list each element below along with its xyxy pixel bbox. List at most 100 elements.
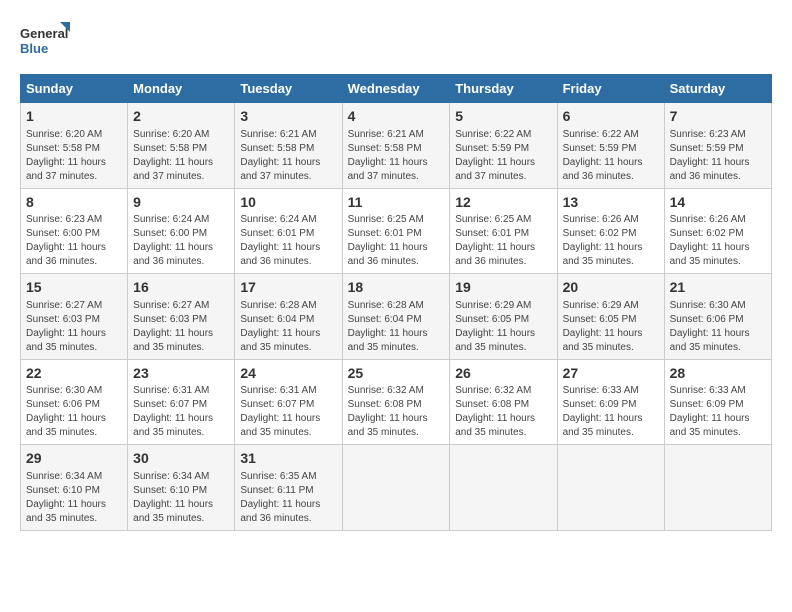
day-number: 16 xyxy=(133,278,229,298)
day-info: Sunrise: 6:29 AMSunset: 6:05 PMDaylight:… xyxy=(563,299,659,355)
column-header-monday: Monday xyxy=(128,75,235,103)
logo: General Blue xyxy=(20,20,70,64)
calendar-cell: 19Sunrise: 6:29 AMSunset: 6:05 PMDayligh… xyxy=(450,274,557,360)
day-number: 29 xyxy=(26,449,122,469)
day-number: 24 xyxy=(240,364,336,384)
calendar-cell xyxy=(664,445,771,531)
day-number: 11 xyxy=(348,193,445,213)
day-number: 10 xyxy=(240,193,336,213)
calendar-cell: 18Sunrise: 6:28 AMSunset: 6:04 PMDayligh… xyxy=(342,274,450,360)
calendar-cell: 30Sunrise: 6:34 AMSunset: 6:10 PMDayligh… xyxy=(128,445,235,531)
day-number: 19 xyxy=(455,278,551,298)
calendar-cell: 26Sunrise: 6:32 AMSunset: 6:08 PMDayligh… xyxy=(450,359,557,445)
day-info: Sunrise: 6:23 AMSunset: 6:00 PMDaylight:… xyxy=(26,213,122,269)
day-number: 26 xyxy=(455,364,551,384)
day-info: Sunrise: 6:24 AMSunset: 6:00 PMDaylight:… xyxy=(133,213,229,269)
day-info: Sunrise: 6:26 AMSunset: 6:02 PMDaylight:… xyxy=(563,213,659,269)
day-info: Sunrise: 6:20 AMSunset: 5:58 PMDaylight:… xyxy=(26,128,122,184)
calendar-cell: 23Sunrise: 6:31 AMSunset: 6:07 PMDayligh… xyxy=(128,359,235,445)
calendar-cell: 22Sunrise: 6:30 AMSunset: 6:06 PMDayligh… xyxy=(21,359,128,445)
calendar-cell: 12Sunrise: 6:25 AMSunset: 6:01 PMDayligh… xyxy=(450,188,557,274)
column-header-friday: Friday xyxy=(557,75,664,103)
day-number: 4 xyxy=(348,107,445,127)
day-number: 14 xyxy=(670,193,766,213)
calendar-cell: 7Sunrise: 6:23 AMSunset: 5:59 PMDaylight… xyxy=(664,103,771,189)
day-info: Sunrise: 6:31 AMSunset: 6:07 PMDaylight:… xyxy=(240,384,336,440)
calendar-cell: 13Sunrise: 6:26 AMSunset: 6:02 PMDayligh… xyxy=(557,188,664,274)
day-number: 30 xyxy=(133,449,229,469)
calendar-cell: 17Sunrise: 6:28 AMSunset: 6:04 PMDayligh… xyxy=(235,274,342,360)
calendar-cell: 24Sunrise: 6:31 AMSunset: 6:07 PMDayligh… xyxy=(235,359,342,445)
calendar-cell: 15Sunrise: 6:27 AMSunset: 6:03 PMDayligh… xyxy=(21,274,128,360)
day-info: Sunrise: 6:25 AMSunset: 6:01 PMDaylight:… xyxy=(455,213,551,269)
day-number: 6 xyxy=(563,107,659,127)
day-info: Sunrise: 6:34 AMSunset: 6:10 PMDaylight:… xyxy=(26,470,122,526)
day-number: 21 xyxy=(670,278,766,298)
calendar-cell: 9Sunrise: 6:24 AMSunset: 6:00 PMDaylight… xyxy=(128,188,235,274)
day-info: Sunrise: 6:35 AMSunset: 6:11 PMDaylight:… xyxy=(240,470,336,526)
day-info: Sunrise: 6:28 AMSunset: 6:04 PMDaylight:… xyxy=(348,299,445,355)
day-info: Sunrise: 6:27 AMSunset: 6:03 PMDaylight:… xyxy=(133,299,229,355)
day-info: Sunrise: 6:31 AMSunset: 6:07 PMDaylight:… xyxy=(133,384,229,440)
column-header-saturday: Saturday xyxy=(664,75,771,103)
page-header: General Blue xyxy=(20,20,772,64)
day-info: Sunrise: 6:22 AMSunset: 5:59 PMDaylight:… xyxy=(455,128,551,184)
column-header-tuesday: Tuesday xyxy=(235,75,342,103)
day-number: 25 xyxy=(348,364,445,384)
calendar-cell: 27Sunrise: 6:33 AMSunset: 6:09 PMDayligh… xyxy=(557,359,664,445)
calendar-cell xyxy=(557,445,664,531)
day-info: Sunrise: 6:28 AMSunset: 6:04 PMDaylight:… xyxy=(240,299,336,355)
calendar-cell xyxy=(342,445,450,531)
day-number: 18 xyxy=(348,278,445,298)
day-number: 7 xyxy=(670,107,766,127)
day-info: Sunrise: 6:33 AMSunset: 6:09 PMDaylight:… xyxy=(670,384,766,440)
calendar-cell: 21Sunrise: 6:30 AMSunset: 6:06 PMDayligh… xyxy=(664,274,771,360)
calendar-cell: 5Sunrise: 6:22 AMSunset: 5:59 PMDaylight… xyxy=(450,103,557,189)
day-info: Sunrise: 6:30 AMSunset: 6:06 PMDaylight:… xyxy=(26,384,122,440)
day-number: 1 xyxy=(26,107,122,127)
calendar-cell xyxy=(450,445,557,531)
svg-text:General: General xyxy=(20,26,68,41)
day-info: Sunrise: 6:20 AMSunset: 5:58 PMDaylight:… xyxy=(133,128,229,184)
day-info: Sunrise: 6:32 AMSunset: 6:08 PMDaylight:… xyxy=(455,384,551,440)
calendar-cell: 31Sunrise: 6:35 AMSunset: 6:11 PMDayligh… xyxy=(235,445,342,531)
calendar-table: SundayMondayTuesdayWednesdayThursdayFrid… xyxy=(20,74,772,531)
day-info: Sunrise: 6:29 AMSunset: 6:05 PMDaylight:… xyxy=(455,299,551,355)
calendar-cell: 11Sunrise: 6:25 AMSunset: 6:01 PMDayligh… xyxy=(342,188,450,274)
calendar-cell: 14Sunrise: 6:26 AMSunset: 6:02 PMDayligh… xyxy=(664,188,771,274)
day-info: Sunrise: 6:21 AMSunset: 5:58 PMDaylight:… xyxy=(240,128,336,184)
day-info: Sunrise: 6:27 AMSunset: 6:03 PMDaylight:… xyxy=(26,299,122,355)
day-info: Sunrise: 6:23 AMSunset: 5:59 PMDaylight:… xyxy=(670,128,766,184)
logo-svg: General Blue xyxy=(20,20,70,64)
calendar-week-1: 1Sunrise: 6:20 AMSunset: 5:58 PMDaylight… xyxy=(21,103,772,189)
calendar-cell: 8Sunrise: 6:23 AMSunset: 6:00 PMDaylight… xyxy=(21,188,128,274)
day-number: 17 xyxy=(240,278,336,298)
calendar-week-5: 29Sunrise: 6:34 AMSunset: 6:10 PMDayligh… xyxy=(21,445,772,531)
day-info: Sunrise: 6:22 AMSunset: 5:59 PMDaylight:… xyxy=(563,128,659,184)
day-number: 28 xyxy=(670,364,766,384)
day-info: Sunrise: 6:34 AMSunset: 6:10 PMDaylight:… xyxy=(133,470,229,526)
day-number: 13 xyxy=(563,193,659,213)
day-info: Sunrise: 6:30 AMSunset: 6:06 PMDaylight:… xyxy=(670,299,766,355)
day-number: 9 xyxy=(133,193,229,213)
day-number: 12 xyxy=(455,193,551,213)
calendar-week-2: 8Sunrise: 6:23 AMSunset: 6:00 PMDaylight… xyxy=(21,188,772,274)
day-number: 20 xyxy=(563,278,659,298)
calendar-cell: 25Sunrise: 6:32 AMSunset: 6:08 PMDayligh… xyxy=(342,359,450,445)
day-number: 22 xyxy=(26,364,122,384)
day-info: Sunrise: 6:26 AMSunset: 6:02 PMDaylight:… xyxy=(670,213,766,269)
column-header-sunday: Sunday xyxy=(21,75,128,103)
calendar-cell: 2Sunrise: 6:20 AMSunset: 5:58 PMDaylight… xyxy=(128,103,235,189)
day-number: 23 xyxy=(133,364,229,384)
day-number: 31 xyxy=(240,449,336,469)
column-header-thursday: Thursday xyxy=(450,75,557,103)
day-number: 8 xyxy=(26,193,122,213)
calendar-week-4: 22Sunrise: 6:30 AMSunset: 6:06 PMDayligh… xyxy=(21,359,772,445)
calendar-cell: 29Sunrise: 6:34 AMSunset: 6:10 PMDayligh… xyxy=(21,445,128,531)
day-info: Sunrise: 6:33 AMSunset: 6:09 PMDaylight:… xyxy=(563,384,659,440)
column-header-wednesday: Wednesday xyxy=(342,75,450,103)
day-number: 15 xyxy=(26,278,122,298)
calendar-cell: 3Sunrise: 6:21 AMSunset: 5:58 PMDaylight… xyxy=(235,103,342,189)
day-info: Sunrise: 6:32 AMSunset: 6:08 PMDaylight:… xyxy=(348,384,445,440)
day-info: Sunrise: 6:25 AMSunset: 6:01 PMDaylight:… xyxy=(348,213,445,269)
